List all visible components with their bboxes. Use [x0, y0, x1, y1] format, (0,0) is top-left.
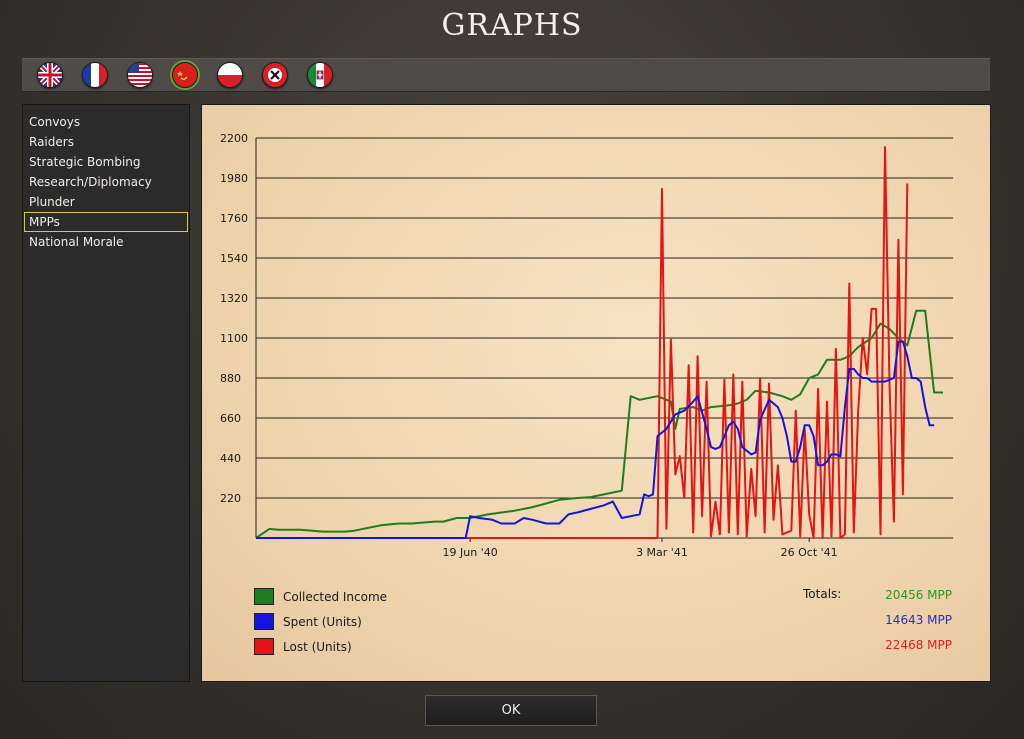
x-tick-label: 3 Mar '41	[636, 546, 688, 559]
germany-flag-icon[interactable]	[262, 62, 288, 88]
totals-label: Totals:	[803, 587, 842, 601]
usa-flag-icon[interactable]	[127, 62, 153, 88]
series-line-lost-units	[256, 146, 909, 539]
total-collected-income: 20456 MPP	[885, 588, 952, 602]
ussr-flag-icon[interactable]	[172, 62, 198, 88]
y-tick-label: 2200	[220, 132, 248, 145]
y-tick-label: 1980	[220, 172, 248, 185]
italy-flag-icon[interactable]	[307, 62, 333, 88]
y-tick-label: 1320	[220, 292, 248, 305]
sidebar-item-plunder[interactable]: Plunder	[25, 193, 189, 211]
legend-label-lost: Lost (Units)	[283, 640, 352, 654]
y-tick-label: 220	[220, 492, 241, 505]
sidebar-item-mpps[interactable]: MPPs	[24, 212, 188, 232]
nation-flag-bar	[22, 58, 990, 92]
legend-label-collected: Collected Income	[283, 590, 388, 604]
sidebar-item-research-diplomacy[interactable]: Research/Diplomacy	[25, 173, 189, 191]
legend-swatch-lost	[254, 638, 274, 655]
graph-panel: 2200 1980 1760 1540 1320 1100 880 660 440 220 19 J…	[201, 104, 991, 682]
x-tick-label: 26 Oct '41	[781, 546, 838, 559]
sidebar-item-raiders[interactable]: Raiders	[25, 133, 189, 151]
legend-label-spent: Spent (Units)	[283, 615, 362, 629]
total-spent-units: 14643 MPP	[885, 613, 952, 627]
legend-swatch-spent	[254, 613, 274, 630]
graph-category-sidebar: Convoys Raiders Strategic Bombing Resear…	[22, 104, 190, 682]
sidebar-item-convoys[interactable]: Convoys	[25, 113, 189, 131]
ok-button[interactable]: OK	[425, 695, 597, 726]
y-tick-label: 1760	[220, 212, 248, 225]
total-lost-units: 22468 MPP	[885, 638, 952, 652]
y-tick-label: 1540	[220, 252, 248, 265]
uk-flag-icon[interactable]	[37, 62, 63, 88]
poland-flag-icon[interactable]	[217, 62, 243, 88]
france-flag-icon[interactable]	[82, 62, 108, 88]
x-tick-label: 19 Jun '40	[443, 546, 498, 559]
y-tick-label: 660	[220, 412, 241, 425]
y-tick-label: 880	[220, 372, 241, 385]
legend-swatch-collected	[254, 588, 274, 605]
sidebar-item-national-morale[interactable]: National Morale	[25, 233, 189, 251]
y-tick-label: 1100	[220, 332, 248, 345]
window-title: GRAPHS	[441, 8, 583, 43]
graphs-window: GRAPHS Convoys Raiders Strategic Bombing…	[0, 0, 1024, 739]
y-tick-label: 440	[220, 452, 241, 465]
mpp-line-chart: 2200 1980 1760 1540 1320 1100 880 660 440 220 19 J…	[220, 132, 953, 559]
sidebar-item-strategic-bombing[interactable]: Strategic Bombing	[25, 153, 189, 171]
